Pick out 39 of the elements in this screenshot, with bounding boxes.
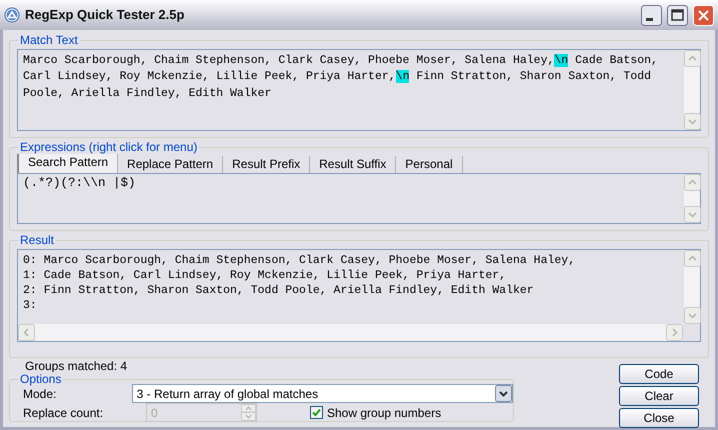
vertical-scrollbar[interactable] xyxy=(683,50,700,130)
maximize-icon[interactable] xyxy=(667,4,688,26)
horizontal-scrollbar[interactable] xyxy=(18,324,683,341)
match-text-field[interactable] xyxy=(17,49,701,131)
scroll-up-icon[interactable] xyxy=(684,50,701,67)
replace-count-label: Replace count: xyxy=(23,404,104,422)
mode-label: Mode: xyxy=(23,386,58,402)
group-label: Options xyxy=(18,372,64,386)
checkbox[interactable] xyxy=(310,406,323,419)
group-label: Result xyxy=(18,233,56,247)
scroll-down-icon[interactable] xyxy=(684,307,701,324)
action-button[interactable]: Code xyxy=(619,364,699,384)
groups-matched-text: Groups matched: 4 xyxy=(25,359,128,373)
group-label: Expressions (right click for menu) xyxy=(18,140,200,154)
result-line: 1: Cade Batson, Carl Lindsey, Roy Mckenzie, Lillie Peek, Priya Harter, xyxy=(23,268,508,283)
tab[interactable]: Search Pattern xyxy=(17,154,118,173)
window-title: RegExp Quick Tester 2.5p xyxy=(25,6,184,24)
action-button[interactable]: Clear xyxy=(619,386,699,406)
match-text: Marco Scarborough, Chaim Stephenson, Clark Casey, Phoebe Moser, Salena Haley,\n Cade Batson, Carl Lindsey, Roy Mckenzie, Lillie Peek, Priya Harter,\n Finn Stratton, Sharon Saxton, Todd Poole, Ariella Findley, Edith Walker xyxy=(23,53,659,102)
checkbox-label: Show group numbers xyxy=(327,404,442,422)
pattern-text: (.*?)(?:\\n |$) xyxy=(23,176,136,190)
vertical-scrollbar[interactable] xyxy=(683,250,700,324)
vertical-scrollbar[interactable] xyxy=(683,174,700,223)
pattern-field[interactable]: (.*?)(?:\\n |$) xyxy=(17,173,701,224)
close-icon[interactable] xyxy=(693,4,714,26)
scroll-left-icon[interactable] xyxy=(18,324,35,341)
app-icon xyxy=(4,7,20,23)
mode-dropdown[interactable]: 3 - Return array of global matches xyxy=(132,384,513,403)
action-button[interactable]: Close xyxy=(619,408,699,428)
scroll-down-icon[interactable] xyxy=(684,206,701,223)
scroll-up-icon[interactable] xyxy=(684,250,701,267)
scroll-down-icon[interactable] xyxy=(684,113,701,130)
minimize-icon[interactable] xyxy=(641,4,662,26)
result-line: 0: Marco Scarborough, Chaim Stephenson, Clark Casey, Phoebe Moser, Salena Haley, xyxy=(23,253,576,268)
scroll-right-icon[interactable] xyxy=(666,324,683,341)
result-line: 3: xyxy=(23,298,38,313)
scroll-up-icon[interactable] xyxy=(684,174,701,191)
group-label: Match Text xyxy=(18,33,80,47)
result-line: 2: Finn Stratton, Sharon Saxton, Todd Poole, Ariella Findley, Edith Walker xyxy=(23,283,535,298)
